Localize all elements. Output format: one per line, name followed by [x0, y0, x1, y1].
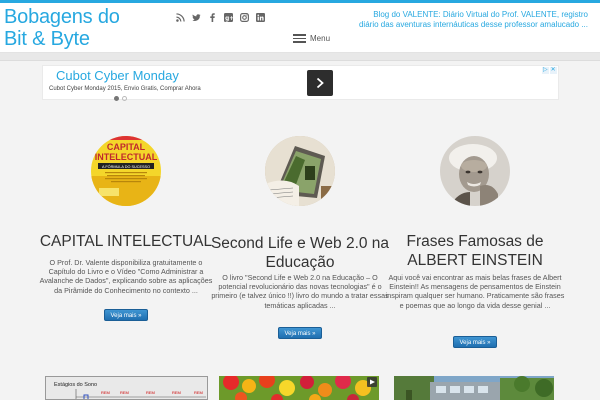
card-thumbnail[interactable] [440, 136, 510, 206]
site-title[interactable]: Bobagens do Bit & Byte [4, 6, 144, 50]
chevron-right-icon [316, 77, 324, 89]
ad-banner[interactable]: Cubot Cyber Monday Cubot Cyber Monday 20… [42, 65, 559, 100]
read-more-button[interactable]: Veja mais » [278, 327, 322, 339]
menu-button[interactable]: Menu [293, 34, 330, 43]
read-more-button[interactable]: Veja mais » [453, 336, 497, 348]
rem-label: REM [120, 390, 129, 395]
card-title[interactable]: Second Life e Web 2.0 na Educação [210, 234, 390, 272]
ad-dot[interactable] [122, 96, 127, 101]
thumb-text-subtitle: A FÓRMULA DO SUCESSO [102, 164, 150, 169]
ad-info-icon[interactable]: ▷ [542, 67, 549, 74]
card-title[interactable]: Frases Famosas de ALBERT EINSTEIN [385, 232, 565, 270]
post-thumbnail-sleep-stages[interactable]: Estágios do Sono REM REM REM REM REM [45, 376, 208, 400]
post-thumbnail-google-campus[interactable] [394, 376, 554, 400]
read-more-button[interactable]: Veja mais » [104, 309, 148, 321]
google-plus-icon[interactable]: g+ [224, 13, 233, 22]
card-excerpt: Aqui você vai encontrar as mais belas fr… [385, 273, 565, 310]
card-title[interactable]: CAPITAL INTELECTUAL [36, 232, 216, 251]
rem-label: REM [146, 390, 155, 395]
instagram-icon[interactable] [240, 13, 249, 22]
ad-title[interactable]: Cubot Cyber Monday [56, 68, 179, 83]
ad-dot-active[interactable] [114, 96, 119, 101]
site-header: Bobagens do Bit & Byte g+ Blog do VALENT… [0, 3, 600, 53]
linkedin-icon[interactable] [256, 13, 265, 22]
card-excerpt: O Prof. Dr. Valente disponibiliza gratui… [39, 258, 213, 295]
thumb-text-capital: CAPITAL [107, 142, 146, 152]
card-excerpt: O livro "Second Life e Web 2.0 na Educaç… [211, 273, 389, 310]
ad-choices[interactable]: ▷ ✕ [542, 67, 557, 74]
social-links: g+ [176, 13, 265, 22]
thumbnail-title: Estágios do Sono [54, 382, 97, 388]
rem-label: REM [194, 390, 203, 395]
post-thumbnail-flowers[interactable] [219, 376, 379, 400]
twitter-icon[interactable] [192, 13, 201, 22]
menu-label: Menu [310, 34, 331, 43]
thumb-text-intelectual: INTELECTUAL [95, 152, 158, 162]
card-thumbnail[interactable]: CAPITAL INTELECTUAL A FÓRMULA DO SUCESSO [91, 136, 161, 206]
ad-next-button[interactable] [307, 70, 333, 96]
svg-text:g+: g+ [225, 16, 233, 22]
ad-close-icon[interactable]: ✕ [549, 67, 557, 74]
rem-label: REM [172, 390, 181, 395]
ad-pagination [114, 96, 127, 101]
header-divider [0, 53, 600, 61]
site-tagline: Blog do VALENTE: Diário Virtual do Prof.… [358, 10, 588, 29]
card-thumbnail[interactable] [265, 136, 335, 206]
ad-description: Cubot Cyber Monday 2015, Envio Gratis, C… [49, 86, 201, 92]
rss-icon[interactable] [176, 13, 185, 22]
rem-label: REM [101, 390, 110, 395]
hamburger-icon [293, 34, 306, 43]
facebook-icon[interactable] [208, 13, 217, 22]
